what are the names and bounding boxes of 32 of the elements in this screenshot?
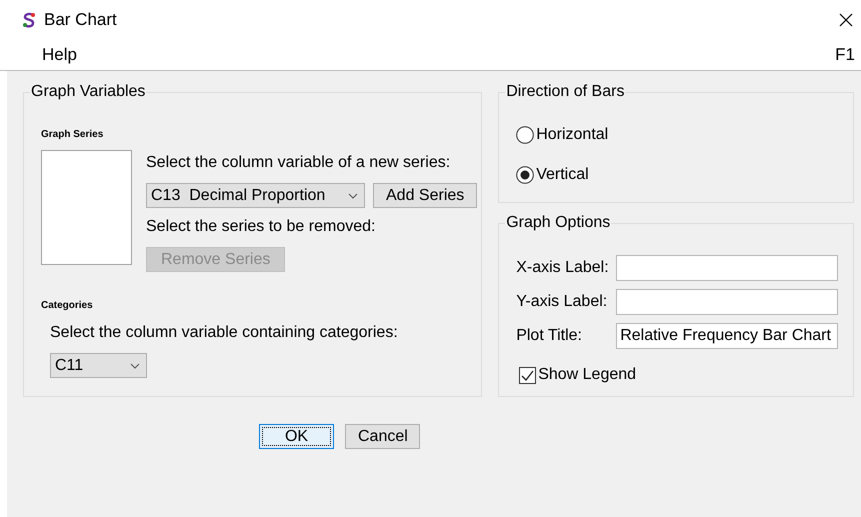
shortcut-label: F1 <box>835 44 855 66</box>
add-series-button[interactable]: Add Series <box>373 183 478 208</box>
group-title: Graph Variables <box>30 83 146 101</box>
series-dropdown[interactable]: C13 Decimal Proportion <box>146 183 365 208</box>
section-title: Graph Series <box>41 128 104 142</box>
close-icon[interactable] <box>839 13 853 27</box>
prompt-text: Select the series to be removed: <box>146 217 376 237</box>
app-icon <box>22 12 36 28</box>
text-field[interactable]: Relative Frequency Bar Chart <box>616 323 838 349</box>
field-label: X-axis Label: <box>516 258 610 278</box>
menu-item[interactable]: Help <box>42 42 77 68</box>
dialog-button[interactable]: Cancel <box>345 424 420 449</box>
caret-icon <box>130 362 140 368</box>
category-dropdown[interactable]: C11 <box>50 353 147 378</box>
caret-icon <box>348 192 358 198</box>
field-label: Plot Title: <box>516 326 583 346</box>
dialog-button[interactable]: OK <box>259 424 334 449</box>
radio-label[interactable]: Vertical <box>536 163 589 187</box>
series-list[interactable] <box>41 150 132 265</box>
window-title: Bar Chart <box>44 9 117 32</box>
section-title: Categories <box>41 299 94 313</box>
field-label: Y-axis Label: <box>516 292 608 312</box>
text-field[interactable] <box>616 255 838 281</box>
radio-button[interactable] <box>516 126 534 144</box>
radio-button[interactable] <box>516 166 534 184</box>
prompt-text: Select the column variable containing categories: <box>50 323 399 343</box>
radio-label[interactable]: Horizontal <box>536 123 608 147</box>
prompt-text: Select the column variable of a new series: <box>146 153 452 173</box>
group-title: Graph Options <box>505 214 612 232</box>
checkbox-label[interactable]: Show Legend <box>538 363 636 387</box>
text-field[interactable] <box>616 289 838 315</box>
checkbox[interactable] <box>519 366 536 384</box>
